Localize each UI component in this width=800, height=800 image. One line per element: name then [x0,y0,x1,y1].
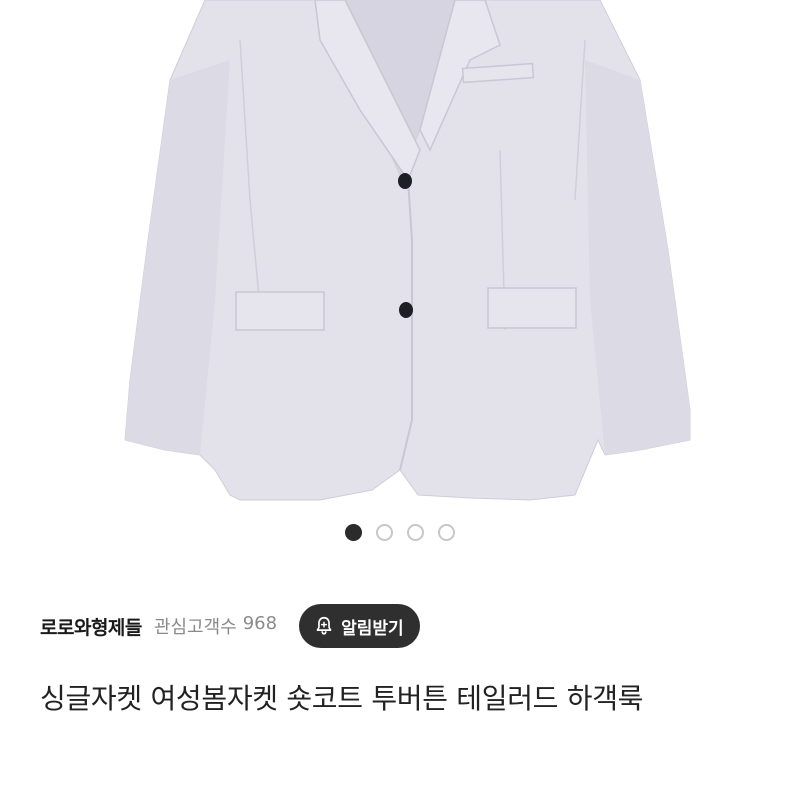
pager-dot[interactable] [438,524,455,541]
pager-dot[interactable] [407,524,424,541]
product-title: 싱글자켓 여성봄자켓 숏코트 투버튼 테일러드 하객룩 [40,682,644,715]
follow-notify-button[interactable]: 알림받기 [299,604,420,648]
pager-dot-active[interactable] [345,524,362,541]
image-pager [0,524,800,541]
follower-label: 관심고객수 [153,617,237,638]
product-photo[interactable] [0,0,800,510]
pager-dot[interactable] [376,524,393,541]
follower-count: 관심고객수 968 [154,613,277,639]
follower-number: 968 [242,613,278,634]
shop-name[interactable]: 로로와형제들 [40,613,142,640]
follow-button-label: 알림받기 [341,618,404,638]
seller-info: 로로와형제들 관심고객수 968 알림받기 [40,604,420,648]
blazer-image [124,0,691,501]
bell-plus-icon [316,616,332,635]
